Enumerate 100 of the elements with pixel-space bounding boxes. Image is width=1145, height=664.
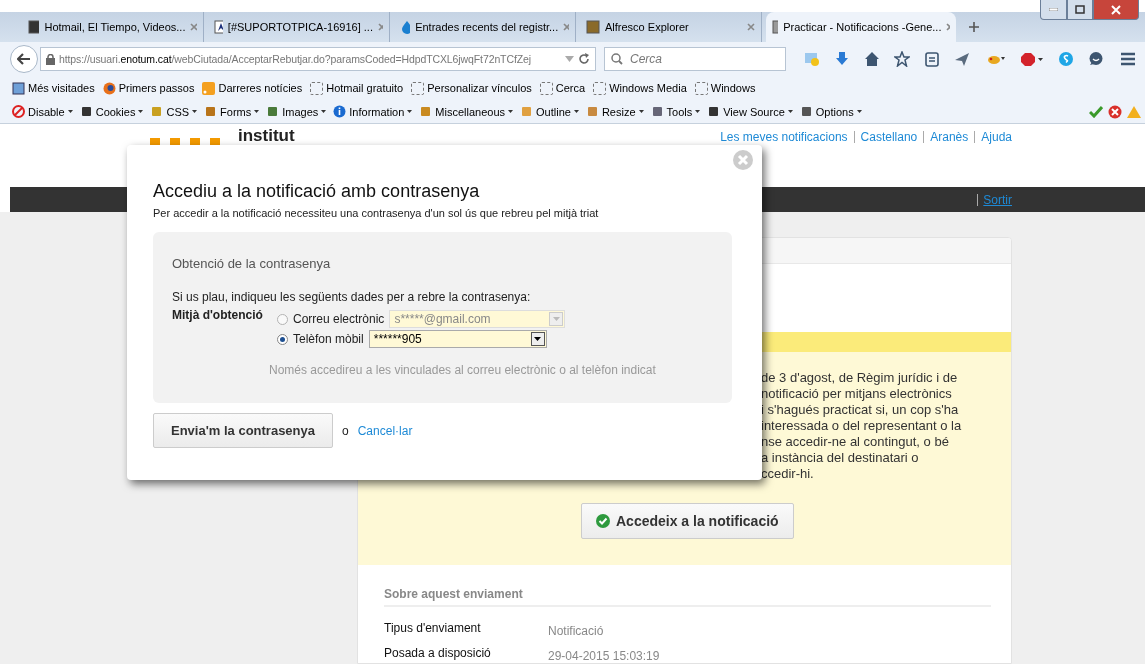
caret-icon[interactable] xyxy=(695,110,701,113)
error-icon[interactable] xyxy=(1108,104,1122,119)
clipboard-icon[interactable] xyxy=(924,51,940,67)
notice-text: i s'hagués practicat si, un cop s'ha xyxy=(761,402,960,418)
notice-text: a instància del destinatari o xyxy=(761,450,920,466)
tool-icon xyxy=(799,105,813,118)
caret-icon[interactable] xyxy=(321,110,327,113)
logo-text: institut xyxy=(238,126,295,146)
caret-icon[interactable] xyxy=(856,110,862,113)
note-text: Només accedireu a les vinculades al correu electrònic o al telèfon indicat xyxy=(269,363,657,377)
detail-label: Posada a disposició xyxy=(384,646,492,662)
drop-icon xyxy=(400,20,411,34)
toolbar-menu[interactable]: Images xyxy=(266,105,327,118)
caret-icon[interactable] xyxy=(254,110,260,113)
section-title: Sobre aquest enviament xyxy=(384,587,991,607)
check-icon xyxy=(596,514,610,528)
home-icon[interactable] xyxy=(864,51,880,67)
page-icon xyxy=(772,20,779,34)
notice-text: de 3 d'agost, de Règim jurídic i de xyxy=(761,370,959,386)
send-icon[interactable] xyxy=(954,51,970,67)
maximize-button[interactable] xyxy=(1067,0,1093,20)
back-button[interactable] xyxy=(10,45,38,73)
cancel-link[interactable]: Cancel·lar xyxy=(357,423,413,438)
toolbar-menu[interactable]: Outline xyxy=(520,105,579,118)
bookmark-link[interactable]: Windows xyxy=(694,81,756,95)
caret-icon[interactable] xyxy=(138,110,144,113)
detail-value: 29-04-2015 15:03:19 xyxy=(548,649,661,663)
bookmark-link[interactable]: Primers passos xyxy=(102,81,195,95)
toolbar-menu[interactable]: Forms xyxy=(204,105,260,118)
placeholder-icon xyxy=(411,81,425,95)
toolbar-menu[interactable]: Miscellaneous xyxy=(419,105,514,118)
notice-text: interessada o del representant o la xyxy=(761,418,963,434)
page-icon xyxy=(28,20,40,34)
caret-icon[interactable] xyxy=(67,110,73,113)
reload-icon[interactable] xyxy=(578,53,590,65)
caret-icon xyxy=(534,337,542,341)
bookmark-link[interactable]: Hotmail gratuito xyxy=(310,81,404,95)
caret-icon[interactable] xyxy=(573,110,579,113)
dialog-subtitle: Per accedir a la notificació necessiteu una contrasenya d'un sol ús que rebreu pel mitjà triat xyxy=(153,207,600,219)
search-field[interactable]: Cerca xyxy=(604,47,786,71)
toolbar-menu[interactable]: Resize xyxy=(585,105,644,118)
skype-icon[interactable] xyxy=(1058,51,1074,67)
radio-button[interactable] xyxy=(277,333,288,345)
figure-icon xyxy=(214,20,223,34)
send-password-button[interactable]: Envia'm la contrasenya xyxy=(153,413,333,448)
menu-icon[interactable] xyxy=(1118,51,1138,67)
header-link[interactable]: Les meves notificacions xyxy=(720,130,848,144)
instruction-text: Si us plau, indiqueu les següents dades per a rebre la contrasenya: xyxy=(172,290,532,304)
select-field[interactable]: s*****@gmail.com xyxy=(389,310,566,328)
tool-icon xyxy=(79,105,93,118)
bookmark-link[interactable]: Més visitades xyxy=(12,81,95,95)
caret-icon[interactable] xyxy=(787,110,793,113)
detail-value: Notificació xyxy=(548,624,605,638)
toolbar-menu[interactable]: Options xyxy=(799,105,862,118)
caret-icon[interactable] xyxy=(638,110,644,113)
caret-icon xyxy=(552,317,560,321)
placeholder-icon xyxy=(694,81,708,95)
minimize-button[interactable] xyxy=(1040,0,1067,20)
caret-icon[interactable] xyxy=(407,110,413,113)
tool-icon xyxy=(204,105,218,118)
tool-icon xyxy=(520,105,534,118)
radio-button[interactable] xyxy=(277,313,288,325)
toolbar-menu[interactable]: CSS xyxy=(150,105,198,118)
address-field[interactable]: https://usuari.enotum.cat/webCiutada/AcceptarRebutjar.do?paramsCoded=HdpdTCXL6jwqFt72nTCfZej xyxy=(40,47,596,71)
tool-icon xyxy=(585,105,599,118)
page-icon xyxy=(12,81,25,95)
check-icon[interactable] xyxy=(1089,105,1103,118)
star-icon[interactable] xyxy=(894,51,910,67)
stop-sign-icon[interactable] xyxy=(1020,51,1044,67)
toolbar-menu[interactable]: Disable xyxy=(12,105,73,118)
close-button[interactable] xyxy=(1093,0,1139,20)
browser-tab[interactable]: Practicar - Notificacions -Gene... xyxy=(766,12,956,42)
chat-icon[interactable] xyxy=(1088,51,1104,67)
toolbar-menu[interactable]: Cookies xyxy=(79,105,144,118)
panel-title: Obtenció de la contrasenya xyxy=(172,256,332,271)
tool-icon xyxy=(707,105,721,118)
bookmark-link[interactable]: Darreres notícies xyxy=(202,81,303,95)
forbidden-icon xyxy=(12,105,25,118)
bookmark-link[interactable]: Cerca xyxy=(539,81,586,95)
select-field[interactable]: ******905 xyxy=(368,330,547,348)
search-input[interactable]: Cerca xyxy=(628,51,768,67)
toolbar-menu[interactable]: Tools xyxy=(650,105,701,118)
tool-icon xyxy=(266,105,280,118)
toolbar-menu[interactable]: Information xyxy=(333,105,413,118)
lock-icon xyxy=(46,53,55,65)
access-button[interactable]: Accedeix a la notificació xyxy=(581,503,794,539)
header-link[interactable]: Castellano xyxy=(860,130,918,144)
plus-icon[interactable] xyxy=(968,21,980,33)
toolbar-menu[interactable]: View Source xyxy=(707,105,793,118)
detail-label: Tipus d'enviament xyxy=(384,621,482,637)
placeholder-icon xyxy=(310,81,324,95)
download-icon[interactable] xyxy=(834,51,850,67)
header-link[interactable]: Ajuda xyxy=(981,130,1012,144)
rss-icon xyxy=(202,81,216,95)
header-link[interactable]: Aranès xyxy=(930,130,969,144)
caret-icon[interactable] xyxy=(192,110,198,113)
bookmark-link[interactable]: Windows Media xyxy=(593,81,687,95)
notice-text: nse accedir-ne al contingut, o bé xyxy=(761,434,950,450)
caret-icon[interactable] xyxy=(508,110,514,113)
bookmark-link[interactable]: Personalizar vínculos xyxy=(411,81,532,95)
